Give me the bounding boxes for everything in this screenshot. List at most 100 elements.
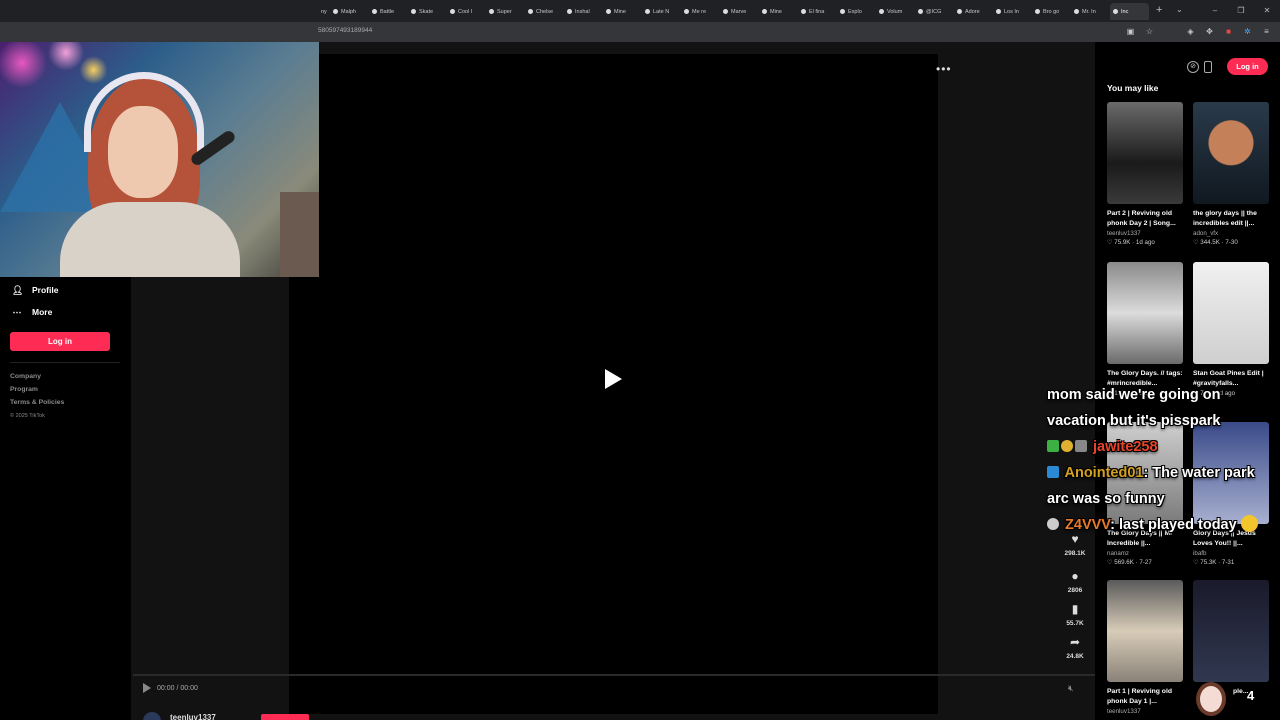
tab-favicon-icon xyxy=(1074,9,1079,14)
play-icon[interactable] xyxy=(605,369,622,389)
video-thumbnail[interactable] xyxy=(1193,580,1269,682)
mute-icon[interactable]: 🔇︎ xyxy=(1068,683,1074,694)
card-author[interactable]: teenluv1337 xyxy=(1107,230,1183,237)
tab-label: Explo xyxy=(848,8,862,15)
browser-tab[interactable]: Inshal xyxy=(564,3,603,20)
video-thumbnail[interactable] xyxy=(1107,580,1183,682)
browser-tab[interactable]: Volum xyxy=(876,3,915,20)
address-bar: 580597493189944 ▣ ☆ ◈ ✥ ■ ✲ ≡ xyxy=(0,22,1280,42)
browser-tab[interactable]: Chelse xyxy=(525,3,564,20)
sidebar-item-profile[interactable]: 👤︎ Profile xyxy=(12,285,58,295)
tab-label: @ICG xyxy=(926,8,942,15)
sidebar-divider xyxy=(10,362,120,363)
bookmark-star-icon[interactable]: ☆ xyxy=(1144,26,1155,37)
tab-label: ny xyxy=(321,8,327,15)
footer-link-program[interactable]: Program xyxy=(10,386,38,393)
video-progress-bar[interactable] xyxy=(133,674,1095,676)
browser-tabstrip: ny Malph Battle Skate Cool I Super Chelse Insha… xyxy=(0,0,1280,22)
streamer-webcam-overlay xyxy=(0,42,319,277)
footer-link-terms[interactable]: Terms & Policies xyxy=(10,399,64,406)
card-author[interactable]: adon_vfx xyxy=(1193,230,1269,237)
browser-tab[interactable]: Explo xyxy=(837,3,876,20)
extension-blue-icon[interactable]: ✲ xyxy=(1242,26,1253,37)
tab-label: Los In xyxy=(1004,8,1019,15)
comment-count: 2806 xyxy=(1067,587,1083,594)
video-thumbnail[interactable] xyxy=(1107,102,1183,204)
browser-tab[interactable]: Malph xyxy=(330,3,369,20)
share-action[interactable]: ➦ 24.8K xyxy=(1060,635,1090,660)
comment-icon: ● xyxy=(1071,569,1079,583)
puzzle-icon[interactable]: ✥ xyxy=(1204,26,1215,37)
browser-tab[interactable]: Inc xyxy=(1110,3,1149,20)
browser-tab[interactable]: Marve xyxy=(720,3,759,20)
card-author[interactable]: teenluv1337 xyxy=(1107,708,1183,715)
follow-button[interactable] xyxy=(261,714,309,720)
card-author[interactable]: ibafb xyxy=(1193,550,1269,557)
you-may-like-title: You may like xyxy=(1107,83,1159,93)
recommended-video-card[interactable]: Stan Goat Pines Edit | #gravityfalls... … xyxy=(1193,262,1269,397)
card-author[interactable]: nanamz xyxy=(1107,550,1183,557)
sidebar-login-button[interactable]: Log in xyxy=(10,332,110,351)
tab-favicon-icon xyxy=(411,9,416,14)
browser-tab[interactable]: Adore xyxy=(954,3,993,20)
author-name[interactable]: teenluv1337 xyxy=(170,713,216,720)
install-app-icon[interactable]: ▣ xyxy=(1125,26,1136,37)
browser-tab[interactable]: Skate xyxy=(408,3,447,20)
browser-tab[interactable]: Los In xyxy=(993,3,1032,20)
browser-tab[interactable]: El fina xyxy=(798,3,837,20)
tab-label: Battle xyxy=(380,8,395,15)
browser-tab[interactable]: Cool I xyxy=(447,3,486,20)
video-more-options-icon[interactable]: ••• xyxy=(936,62,952,76)
browser-tab[interactable]: Mr. In xyxy=(1071,3,1110,20)
browser-tab[interactable]: Mine xyxy=(603,3,642,20)
extension-red-icon[interactable]: ■ xyxy=(1223,26,1234,37)
extension-icon[interactable]: ◈ xyxy=(1185,26,1196,37)
compass-icon[interactable]: ⊘ xyxy=(1187,61,1199,73)
chat-username: Z4VVV xyxy=(1065,517,1111,533)
tab-favicon-icon xyxy=(684,9,689,14)
new-tab-button[interactable]: + xyxy=(1156,4,1162,16)
tab-label: Malph xyxy=(341,8,356,15)
save-action[interactable]: ▮ 55.7K xyxy=(1060,602,1090,627)
browser-tab[interactable]: Bro go xyxy=(1032,3,1071,20)
tab-favicon-icon xyxy=(879,9,884,14)
footer-link-company[interactable]: Company xyxy=(10,373,41,380)
browser-tab[interactable]: ny xyxy=(318,3,330,20)
browser-tab[interactable]: Super xyxy=(486,3,525,20)
minimize-button[interactable]: – xyxy=(1202,0,1228,22)
maximize-button[interactable]: ❐ xyxy=(1228,0,1254,22)
url-field[interactable]: 580597493189944 xyxy=(318,27,372,34)
tab-label: Adore xyxy=(965,8,980,15)
sidebar-item-more[interactable]: ⋯ More xyxy=(12,307,53,317)
tab-label: El fina xyxy=(809,8,825,15)
share-icon: ➦ xyxy=(1069,635,1081,649)
browser-tab[interactable]: Me re xyxy=(681,3,720,20)
browser-tab[interactable]: Mine xyxy=(759,3,798,20)
shelf-background xyxy=(280,192,319,277)
video-thumbnail[interactable] xyxy=(1193,262,1269,364)
tab-favicon-icon xyxy=(723,9,728,14)
recommended-video-card[interactable]: Part 2 | Reviving old phonk Day 2 | Song… xyxy=(1107,102,1183,246)
browser-tab[interactable]: Late N xyxy=(642,3,681,20)
tab-favicon-icon xyxy=(606,9,611,14)
tab-search-button[interactable]: ⌄ xyxy=(1176,5,1183,14)
browser-tab[interactable]: Battle xyxy=(369,3,408,20)
video-thumbnail[interactable] xyxy=(1107,262,1183,364)
comment-action[interactable]: ● 2806 xyxy=(1060,569,1090,594)
close-window-button[interactable]: ✕ xyxy=(1254,0,1280,22)
recommended-video-card[interactable]: the glory days || the incredibles edit |… xyxy=(1193,102,1269,246)
recommended-video-card[interactable]: The Glory Days. // tags: #mrincredible..… xyxy=(1107,262,1183,397)
author-avatar[interactable] xyxy=(143,712,161,720)
chat-text: mom said we're going on vacation but it'… xyxy=(1047,387,1221,429)
browser-menu-icon[interactable]: ≡ xyxy=(1261,26,1272,37)
tab-favicon-icon xyxy=(567,9,572,14)
video-thumbnail[interactable] xyxy=(1193,102,1269,204)
header-login-button[interactable]: Log in xyxy=(1227,58,1268,75)
browser-tab[interactable]: @ICG xyxy=(915,3,954,20)
recommended-video-card[interactable]: Part 1 | Reviving old phonk Day 1 |... t… xyxy=(1107,580,1183,715)
card-title: Part 1 | Reviving old phonk Day 1 |... xyxy=(1107,688,1172,705)
tiktok-page: ••• 00:00 / 00:00 🔇︎ ♥ 298.1K ● 2806 ▮ 5… xyxy=(0,42,1280,720)
mobile-device-icon[interactable] xyxy=(1204,61,1212,73)
play-pause-icon[interactable] xyxy=(143,683,151,693)
chat-text: : last played today xyxy=(1110,517,1237,533)
